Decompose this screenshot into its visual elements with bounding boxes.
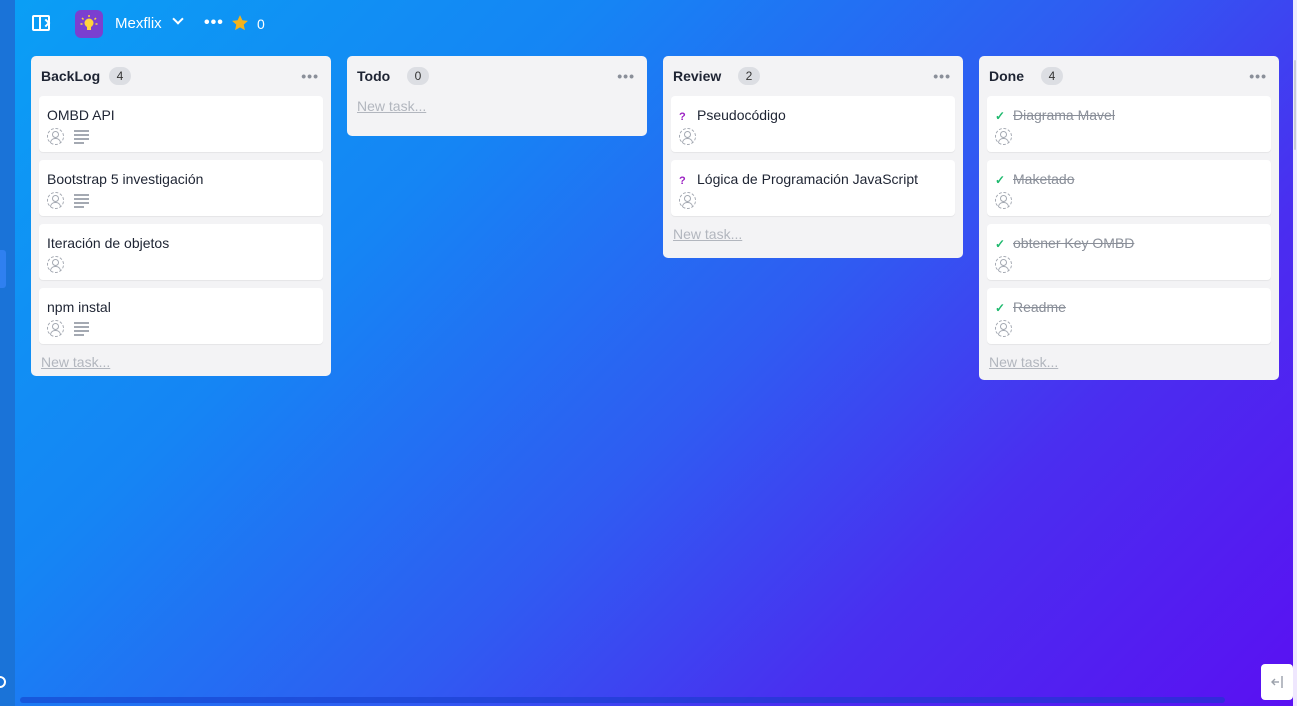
- column-count-badge: 4: [109, 67, 131, 85]
- task-card[interactable]: ? Pseudocódigo: [671, 96, 955, 152]
- chevron-down-icon[interactable]: [172, 13, 184, 25]
- task-title: Lógica de Programación JavaScript: [697, 171, 919, 187]
- check-icon: ✓: [995, 173, 1006, 187]
- description-icon: [74, 130, 89, 144]
- task-title: obtener Key OMBD: [1013, 235, 1135, 251]
- check-icon: ✓: [995, 301, 1006, 315]
- column-header: Review 2 •••: [671, 56, 955, 96]
- new-task-link[interactable]: New task...: [671, 224, 955, 252]
- left-sidebar-strip: [0, 0, 15, 706]
- task-title: Diagrama Mavel: [1013, 107, 1115, 123]
- assignee-avatar-icon[interactable]: [679, 127, 696, 145]
- assignee-avatar-icon[interactable]: [995, 191, 1012, 209]
- top-bar: Mexflix ••• 0: [15, 0, 1293, 48]
- new-task-link[interactable]: New task...: [355, 96, 639, 124]
- assignee-avatar-icon[interactable]: [995, 255, 1012, 273]
- collapse-panel-icon[interactable]: [1261, 664, 1293, 700]
- task-card[interactable]: ✓ obtener Key OMBD: [987, 224, 1271, 280]
- column-more-icon[interactable]: •••: [933, 68, 951, 84]
- assignee-avatar-icon[interactable]: [47, 319, 64, 337]
- column-count-badge: 2: [738, 67, 760, 85]
- task-title-row: ✓ obtener Key OMBD: [995, 235, 1263, 252]
- assignee-avatar-icon[interactable]: [995, 127, 1012, 145]
- assignee-avatar-icon[interactable]: [995, 319, 1012, 337]
- column-title[interactable]: BackLog: [41, 68, 100, 84]
- sidebar-bottom-ring-icon[interactable]: [0, 676, 6, 688]
- task-title: Maketado: [1013, 171, 1075, 187]
- column-title[interactable]: Todo: [357, 68, 390, 84]
- column-title[interactable]: Review: [673, 68, 721, 84]
- task-title: Readme: [1013, 299, 1066, 315]
- task-title: Iteración de objetos: [47, 235, 170, 251]
- vertical-scrollbar[interactable]: [1294, 60, 1296, 150]
- column-todo: Todo 0 ••• New task...: [347, 56, 647, 136]
- check-icon: ✓: [995, 109, 1006, 123]
- column-backlog: BackLog 4 ••• OMBD API Bootstrap 5 inves…: [31, 56, 331, 376]
- task-title: npm instal: [47, 299, 111, 315]
- task-card[interactable]: OMBD API: [39, 96, 323, 152]
- more-horizontal-icon[interactable]: •••: [204, 14, 224, 32]
- task-card[interactable]: ✓ Diagrama Mavel: [987, 96, 1271, 152]
- column-done: Done 4 ••• ✓ Diagrama Mavel ✓ Maketado ✓ ob…: [979, 56, 1279, 380]
- column-count-badge: 0: [407, 67, 429, 85]
- lightbulb-icon[interactable]: [75, 10, 103, 38]
- question-icon: ?: [679, 111, 686, 123]
- new-task-link[interactable]: New task...: [987, 352, 1271, 380]
- assignee-avatar-icon[interactable]: [679, 191, 696, 209]
- task-title-row: ✓ Diagrama Mavel: [995, 107, 1263, 124]
- task-title: Bootstrap 5 investigación: [47, 171, 204, 187]
- project-name[interactable]: Mexflix: [115, 15, 162, 32]
- column-title[interactable]: Done: [989, 68, 1024, 84]
- right-scroll-strip: [1293, 0, 1297, 706]
- column-more-icon[interactable]: •••: [301, 68, 319, 84]
- description-icon: [74, 194, 89, 208]
- task-title-row: ? Pseudocódigo: [679, 107, 947, 124]
- assignee-avatar-icon[interactable]: [47, 255, 64, 273]
- task-card[interactable]: Bootstrap 5 investigación: [39, 160, 323, 216]
- task-title-row: ? Lógica de Programación JavaScript: [679, 171, 947, 188]
- description-icon: [74, 322, 89, 336]
- column-count-badge: 4: [1041, 67, 1063, 85]
- question-icon: ?: [679, 175, 686, 187]
- task-card[interactable]: npm instal: [39, 288, 323, 344]
- task-title: Pseudocódigo: [697, 107, 786, 123]
- sidebar-toggle-icon[interactable]: [32, 15, 50, 31]
- favorites-count: 0: [257, 16, 265, 32]
- sidebar-active-marker[interactable]: [0, 250, 6, 288]
- task-card[interactable]: ✓ Readme: [987, 288, 1271, 344]
- task-card[interactable]: ? Lógica de Programación JavaScript: [671, 160, 955, 216]
- check-icon: ✓: [995, 237, 1006, 251]
- column-header: Done 4 •••: [987, 56, 1271, 96]
- task-title: OMBD API: [47, 107, 115, 123]
- column-header: Todo 0 •••: [355, 56, 639, 96]
- column-more-icon[interactable]: •••: [617, 68, 635, 84]
- horizontal-scrollbar[interactable]: [20, 697, 1225, 703]
- task-title-row: ✓ Maketado: [995, 171, 1263, 188]
- task-card[interactable]: Iteración de objetos: [39, 224, 323, 280]
- task-title-row: ✓ Readme: [995, 299, 1263, 316]
- new-task-link[interactable]: New task...: [39, 352, 323, 380]
- column-more-icon[interactable]: •••: [1249, 68, 1267, 84]
- assignee-avatar-icon[interactable]: [47, 127, 64, 145]
- column-review: Review 2 ••• ? Pseudocódigo ? Lógica de Pr…: [663, 56, 963, 258]
- column-header: BackLog 4 •••: [39, 56, 323, 96]
- star-icon[interactable]: [230, 13, 250, 33]
- assignee-avatar-icon[interactable]: [47, 191, 64, 209]
- task-card[interactable]: ✓ Maketado: [987, 160, 1271, 216]
